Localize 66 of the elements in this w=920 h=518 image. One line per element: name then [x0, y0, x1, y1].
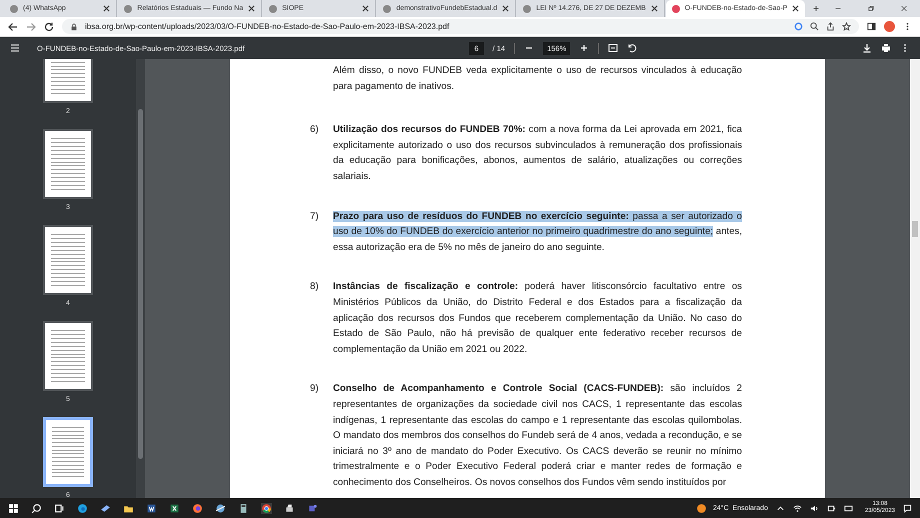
reload-icon[interactable]: [44, 22, 54, 32]
close-icon[interactable]: [502, 5, 510, 12]
calculator-icon[interactable]: [238, 502, 249, 514]
keyboard-icon[interactable]: [844, 504, 853, 512]
close-icon[interactable]: [103, 5, 110, 12]
firefox-icon[interactable]: [192, 502, 203, 514]
zoom-in-icon[interactable]: [579, 43, 590, 53]
download-icon[interactable]: [862, 43, 872, 53]
notification-icon[interactable]: [903, 504, 912, 512]
lock-icon: [70, 22, 78, 30]
close-icon[interactable]: [362, 5, 370, 12]
favicon-icon: [124, 4, 132, 12]
print-icon[interactable]: [881, 43, 892, 53]
favicon-icon: [523, 4, 532, 12]
scrollbar[interactable]: [910, 59, 920, 498]
globe-icon[interactable]: [215, 502, 226, 514]
task-view-icon[interactable]: [54, 502, 65, 514]
close-icon[interactable]: [900, 4, 908, 13]
paragraph: Utilização dos recursos do FUNDEB 70%: com a nova forma da Lei aprovada em 2021, fica explicitamente autorizado o uso dos recursos subvinculados à remuneração dos profissionais da educação para bonificações, abonos, aumentos de salário, atualizações ou correções salariais.: [333, 123, 742, 184]
side-panel-icon[interactable]: [867, 22, 876, 31]
wifi-icon[interactable]: [792, 504, 802, 512]
edge-icon[interactable]: [77, 502, 88, 514]
page-thumbnail[interactable]: [43, 129, 93, 199]
favicon-icon: [383, 4, 392, 12]
back-icon[interactable]: [8, 22, 18, 32]
address-field[interactable]: ibsa.org.br/wp-content/uploads/2023/03/O-FUNDEB-no-Estado-de-Sao-Paulo-em-2023-IBSA-2023.pdf: [62, 19, 859, 34]
favicon-icon: [269, 4, 278, 12]
rotate-icon[interactable]: [627, 43, 638, 53]
paragraph: Conselho de Acompanhamento e Controle Social (CACS-FUNDEB): são incluídos 2 representantes de organizações da sociedade civil nos CACS, 1 representante das escolas indígenas, 1 representante das escolas do campo e 1 representante das escolas quilombolas. O mandato dos membros dos conselhos do Fundeb será de 4 anos, vedada a recondução, e se iniciará no 3º ano de mandato do Poder Executivo. Os CACS deverão se reunir no mínimo trimestralmente e o Poder Executivo Federal poderá criar e manter redes de formação e conhecimento dos Conselheiros. Os novos conselhos dos Fundos vêm sendo instituídos por: [333, 382, 742, 490]
google-icon[interactable]: [794, 22, 803, 31]
word-icon[interactable]: [146, 502, 157, 514]
paragraph: Prazo para uso de resíduos do FUNDEB no exercício seguinte: passa a ser autorizado o uso de 10% do FUNDEB do exercício anterior no primeiro quadrimestre do ano seguinte; antes, essa autorização era de 5% no mês de janeiro do ano seguinte.: [333, 210, 742, 255]
restore-icon[interactable]: [868, 4, 874, 13]
new-tab-icon[interactable]: [813, 4, 820, 13]
forward-icon[interactable]: [26, 22, 36, 32]
chrome-icon[interactable]: [261, 502, 272, 514]
paragraph: Instâncias de fiscalização e controle: poderá haver litisconsórcio facultativo entre os Ministérios Públicos da União, do Distrito Federal e dos Estados para a fiscalização da aplicação dos recursos dos Fundos que receberem complementação da União. No caso do Estado de São Paulo, não há previsão de qualquer ente federativo receber recursos de complementação da União em 2021 ou 2022.: [333, 280, 742, 357]
avatar-icon[interactable]: [884, 21, 895, 32]
item-number: 8): [310, 280, 320, 294]
close-icon[interactable]: [792, 5, 800, 12]
fit-page-icon[interactable]: [608, 43, 618, 53]
page-thumbnail[interactable]: [43, 321, 93, 391]
battery-icon[interactable]: [826, 504, 836, 512]
search-icon[interactable]: [31, 502, 42, 514]
teams-icon[interactable]: [307, 502, 318, 514]
close-icon[interactable]: [650, 5, 658, 12]
share-icon[interactable]: [826, 22, 835, 31]
windows-start-icon[interactable]: [8, 502, 19, 514]
close-icon[interactable]: [248, 5, 256, 12]
printer-icon[interactable]: [284, 502, 295, 514]
page-thumbnail[interactable]: [43, 417, 93, 487]
favicon-icon: [672, 4, 680, 12]
speaker-icon[interactable]: [810, 504, 819, 512]
item-number: 7): [310, 210, 320, 224]
page-thumbnail[interactable]: [43, 225, 93, 295]
star-icon[interactable]: [842, 22, 851, 31]
favicon-icon: [10, 4, 18, 12]
zoom-icon[interactable]: [810, 22, 819, 31]
item-number: 9): [310, 382, 320, 396]
scrollbar[interactable]: [136, 59, 145, 498]
sun-icon: [696, 502, 708, 514]
paragraph: Além disso, o novo FUNDEB veda explicitamente o uso de recursos vinculados à educação para pagamento de inativos.: [333, 64, 742, 94]
menu-icon[interactable]: [10, 43, 20, 53]
app-icon[interactable]: [100, 502, 111, 514]
item-number: 6): [310, 123, 320, 138]
excel-icon[interactable]: [169, 502, 180, 514]
